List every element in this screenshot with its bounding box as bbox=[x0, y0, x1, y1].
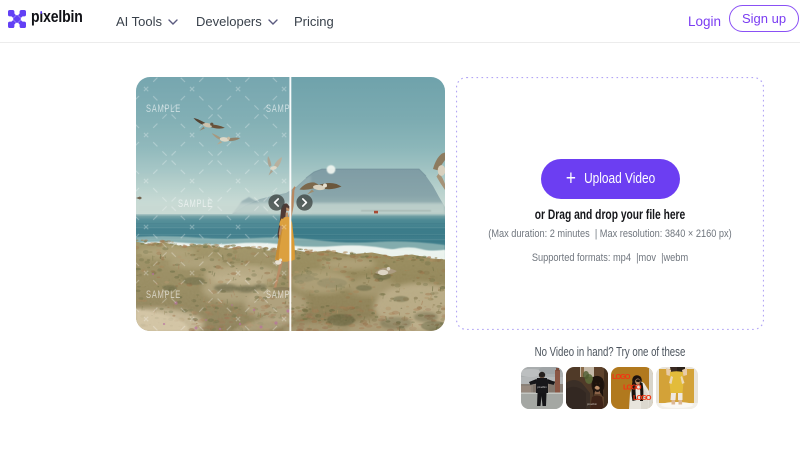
svg-text:LOGO: LOGO bbox=[612, 372, 631, 381]
svg-text:SAMPLE: SAMPLE bbox=[146, 289, 181, 301]
svg-text:LOGO: LOGO bbox=[633, 393, 652, 402]
svg-text:SAMPLE: SAMPLE bbox=[178, 198, 213, 210]
svg-text:pixelbin: pixelbin bbox=[537, 385, 547, 389]
svg-text:LOGO: LOGO bbox=[623, 383, 642, 392]
svg-text:pixelbin: pixelbin bbox=[587, 402, 598, 406]
svg-text:SAMPLE: SAMPLE bbox=[146, 103, 181, 115]
